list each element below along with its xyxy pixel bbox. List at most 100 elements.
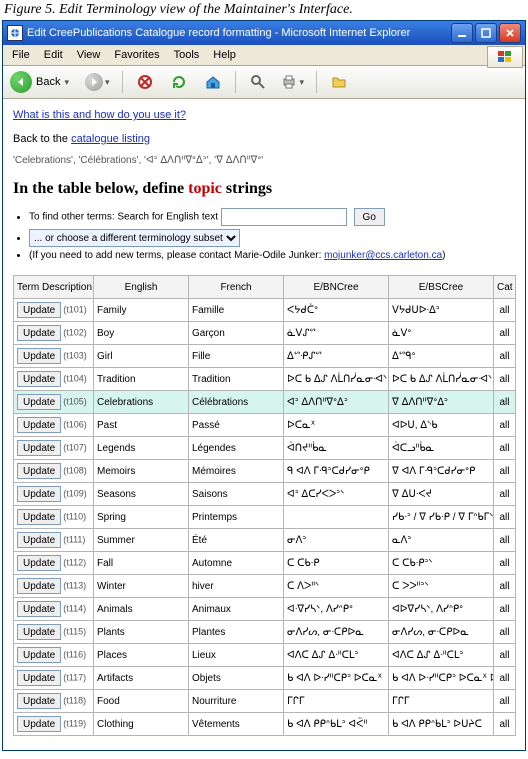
cell-french: Famille [189,299,284,322]
update-button[interactable]: Update [17,555,61,571]
cell-french: Saisons [189,483,284,506]
cell-french: Légendes [189,437,284,460]
update-button[interactable]: Update [17,394,61,410]
cell-french: Garçon [189,322,284,345]
cell-cat: all [494,667,516,690]
table-row: Update(t114)AnimalsAnimauxᐊᐧᐁᓯᓴᐠ, ᐱᓯᐢᑭᐤᐊ… [14,598,516,621]
cell-ebncree: ᐊᐧᐁᓯᓴᐠ, ᐱᓯᐢᑭᐤ [284,598,389,621]
update-button[interactable]: Update [17,647,61,663]
stop-button[interactable] [130,69,160,95]
cell-action: Update(t114) [14,598,94,621]
toolbar-separator [235,71,236,93]
go-button[interactable]: Go [354,208,385,226]
update-button[interactable]: Update [17,371,61,387]
back-arrow-icon [10,71,32,93]
close-button[interactable] [499,23,521,43]
home-button[interactable] [198,69,228,95]
update-button[interactable]: Update [17,693,61,709]
cell-action: Update(t115) [14,621,94,644]
cell-french: Plantes [189,621,284,644]
update-button[interactable]: Update [17,532,61,548]
table-row: Update(t107)LegendsLégendesᐋᑎᔪᐦᑳᓇᐋᑕᓗᐦᑳᓇa… [14,437,516,460]
cell-ebncree [284,506,389,529]
search-button[interactable] [243,69,273,95]
contact-email-link[interactable]: mojunker@ccs.carleton.ca [324,250,442,261]
cell-english: Tradition [94,368,189,391]
menu-help[interactable]: Help [206,47,243,63]
minimize-button[interactable] [451,23,473,43]
windows-flag-icon [487,46,523,68]
cell-ebncree: ᑫ ᐊᐱ ᒥᑴᐣᑕᑯᓯᓂᐤᑭ [284,460,389,483]
menu-tools[interactable]: Tools [167,47,207,63]
cell-ebncree: ᐃᔥᑶᔑᔥ [284,345,389,368]
cell-ebscree: ᓈᐯᐤ [389,322,494,345]
cell-english: Summer [94,529,189,552]
what-is-this-link[interactable]: What is this and how do you use it? [13,109,186,121]
toolbar: Back ▾ ▾ ▾ [3,66,525,99]
table-row: Update(t118)FoodNourritureᒥᒋᒥᒥᒋᒥall [14,690,516,713]
term-id: (t108) [63,466,87,476]
forward-button[interactable]: ▾ [82,69,115,95]
update-button[interactable]: Update [17,670,61,686]
cell-cat: all [494,345,516,368]
table-row: Update(t113)Winterhiverᑕ ᐱᐳᐦᐠᑕ ᐳᐳᐦᐣᐠall [14,575,516,598]
update-button[interactable]: Update [17,716,61,732]
update-button[interactable]: Update [17,348,61,364]
cell-action: Update(t112) [14,552,94,575]
update-button[interactable]: Update [17,624,61,640]
term-id: (t111) [63,535,85,545]
catalogue-listing-link[interactable]: catalogue listing [71,133,150,145]
ie-logo-icon [7,25,23,41]
update-button[interactable]: Update [17,302,61,318]
cell-ebscree: ᑲ ᐊᐱ ᐅᐧᓯᐦᑕᑭᐣ ᐅᑕᓇᕽ ᐅᑖᓯ [389,667,494,690]
update-button[interactable]: Update [17,486,61,502]
print-button[interactable]: ▾ [277,69,310,95]
update-button[interactable]: Update [17,417,61,433]
cell-english: Memoirs [94,460,189,483]
cell-ebncree: ᐊᐱᑕ ᐃᔑ ᐃᐧᐦᑕᒪᐣ [284,644,389,667]
back-button[interactable]: Back ▾ [7,69,78,95]
cell-ebscree: ᐊᐱᑕ ᐃᔑ ᐃᐧᐦᑕᒪᐣ [389,644,494,667]
ie-window: Edit CreePublications Catalogue record f… [2,20,526,751]
search-input[interactable] [221,208,347,226]
folder-button[interactable] [324,69,354,95]
cell-french: Automne [189,552,284,575]
subset-select[interactable]: ... or choose a different terminology su… [29,229,240,247]
maximize-button[interactable] [475,23,497,43]
term-id: (t101) [63,305,87,315]
menu-edit[interactable]: Edit [37,47,70,63]
cell-english: Spring [94,506,189,529]
cell-ebncree: ᑲ ᐊᐱ ᐅᐧᓯᐦᑕᑭᐣ ᐅᑕᓇᕽ [284,667,389,690]
cell-english: Girl [94,345,189,368]
cell-cat: all [494,322,516,345]
menu-view[interactable]: View [70,47,108,63]
term-id: (t106) [63,420,87,430]
refresh-button[interactable] [164,69,194,95]
update-button[interactable]: Update [17,601,61,617]
cell-cat: all [494,713,516,736]
cell-french: Fille [189,345,284,368]
cell-cat: all [494,414,516,437]
cell-cat: all [494,391,516,414]
term-id: (t103) [63,351,87,361]
table-row: Update(t117)ArtifactsObjetsᑲ ᐊᐱ ᐅᐧᓯᐦᑕᑭᐣ … [14,667,516,690]
cell-english: Celebrations [94,391,189,414]
cell-ebncree: ᑕ ᐱᐳᐦᐠ [284,575,389,598]
update-button[interactable]: Update [17,325,61,341]
cell-french: Passé [189,414,284,437]
update-button[interactable]: Update [17,463,61,479]
cell-cat: all [494,368,516,391]
update-button[interactable]: Update [17,509,61,525]
menu-favorites[interactable]: Favorites [107,47,166,63]
update-button[interactable]: Update [17,440,61,456]
term-id: (t118) [63,696,86,706]
table-row: Update(t103)GirlFilleᐃᔥᑶᔑᔥᐃᔥᑫᐤall [14,345,516,368]
cell-action: Update(t105) [14,391,94,414]
menu-file[interactable]: File [5,47,37,63]
cell-ebscree: ᒥᒋᒥ [389,690,494,713]
page-content: What is this and how do you use it? Back… [3,99,525,750]
term-id: (t115) [63,627,86,637]
cell-ebncree: ᓂᐱᓯᔕ, ᓂᐧᑕᑭᐅᓇ [284,621,389,644]
update-button[interactable]: Update [17,578,61,594]
cell-cat: all [494,483,516,506]
